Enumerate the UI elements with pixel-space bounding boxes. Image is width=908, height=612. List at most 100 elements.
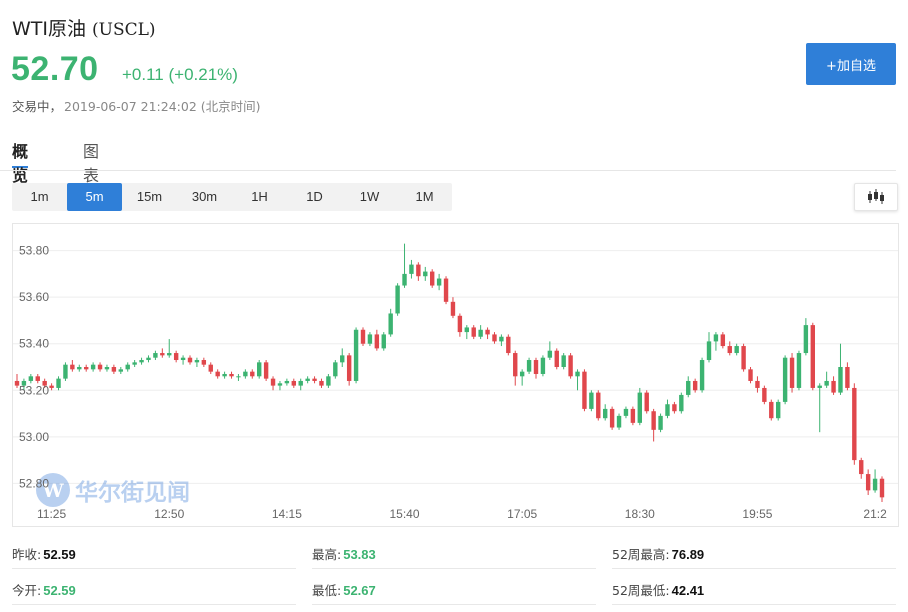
candle-body <box>104 367 110 370</box>
candle-body <box>388 313 393 335</box>
candle <box>423 266 428 281</box>
period-1d[interactable]: 1D <box>287 183 342 211</box>
candle <box>513 350 518 386</box>
add-to-watchlist-button[interactable]: +加自选 <box>806 43 896 85</box>
candle <box>236 373 241 381</box>
y-axis: 53.80 53.60 53.40 53.20 53.00 52.80 <box>19 244 49 491</box>
candle <box>353 327 359 384</box>
candle-body <box>575 371 580 377</box>
candle-body <box>492 334 497 342</box>
chart-type-button[interactable] <box>854 183 898 211</box>
candle <box>582 369 587 412</box>
candle <box>250 369 255 379</box>
watermark: W 华尔街见闻 <box>36 473 190 507</box>
tab-overview[interactable]: 概览 <box>12 138 29 185</box>
candle-body <box>90 364 96 370</box>
candle <box>499 334 504 347</box>
candle-body <box>526 360 532 372</box>
candle <box>201 357 207 367</box>
candle <box>845 362 850 391</box>
x-tick-label: 17:05 <box>507 507 537 521</box>
candle <box>568 353 573 379</box>
period-1w[interactable]: 1W <box>342 183 397 211</box>
candle <box>789 353 795 393</box>
candle <box>457 313 463 337</box>
candle <box>706 332 712 363</box>
candle <box>443 276 449 305</box>
candle-body <box>658 415 663 430</box>
period-1m[interactable]: 1m <box>12 183 67 211</box>
candle-body <box>125 364 130 370</box>
candle-body <box>651 411 656 430</box>
candle-body <box>672 404 677 412</box>
candle <box>623 406 629 419</box>
candle-body <box>762 387 767 402</box>
candle-body <box>353 329 359 381</box>
period-1mo[interactable]: 1M <box>397 183 452 211</box>
candle <box>153 350 158 361</box>
candle <box>90 362 96 372</box>
candle <box>810 322 815 391</box>
stat-divider <box>312 568 596 569</box>
candle-body <box>291 380 296 386</box>
stat-divider <box>612 568 896 569</box>
candle <box>263 360 269 381</box>
period-5m[interactable]: 5m <box>67 183 122 211</box>
candle <box>77 364 82 372</box>
candle-body <box>513 353 518 377</box>
period-30m[interactable]: 30m <box>177 183 232 211</box>
candle-body <box>845 367 850 388</box>
candle-body <box>430 271 435 286</box>
candle-body <box>609 408 615 428</box>
candle <box>194 357 200 367</box>
candlestick-icon <box>868 189 884 204</box>
candle-body <box>796 353 802 388</box>
candle <box>416 262 421 281</box>
period-1h[interactable]: 1H <box>232 183 287 211</box>
candle-body <box>769 401 774 419</box>
candle-body <box>789 357 795 388</box>
stat-label: 最低: <box>312 583 342 598</box>
candle <box>519 369 525 386</box>
candle-body <box>824 380 829 386</box>
candle-body <box>395 285 400 314</box>
candle-body <box>547 350 553 358</box>
candle-body <box>153 353 158 358</box>
candle-body <box>270 378 276 386</box>
candle-body <box>831 380 836 393</box>
price-change-value: +0.11 <box>122 65 164 84</box>
candle <box>340 348 345 367</box>
candle-body <box>132 362 137 365</box>
candle-body <box>381 334 386 349</box>
candle <box>208 362 213 374</box>
x-tick-label: 18:30 <box>625 507 655 521</box>
candle-body <box>464 327 469 333</box>
candle <box>609 406 615 430</box>
candles <box>14 243 885 502</box>
candle-body <box>596 392 601 419</box>
y-tick-label: 53.40 <box>19 337 49 351</box>
candle <box>187 355 193 365</box>
candle <box>478 325 483 340</box>
candle <box>388 308 393 337</box>
candle-body <box>727 346 732 354</box>
candle-body <box>180 357 186 361</box>
candle-body <box>699 360 705 391</box>
candle-body <box>713 334 719 342</box>
candle <box>409 259 414 279</box>
candle <box>838 343 843 395</box>
candle-body <box>554 350 559 367</box>
stat-value: 52.67 <box>343 583 376 598</box>
candle-body <box>367 334 373 344</box>
stat-divider <box>12 604 296 605</box>
candle <box>298 378 303 391</box>
tab-chart[interactable]: 图表 <box>83 138 99 185</box>
candle-body <box>616 415 622 428</box>
candle-body <box>229 373 234 377</box>
candle <box>430 269 435 288</box>
period-15m[interactable]: 15m <box>122 183 177 211</box>
candle <box>243 369 248 379</box>
candle-body <box>706 341 712 361</box>
candle <box>333 360 338 379</box>
candlestick-chart[interactable]: W 华尔街见闻 53.80 53.60 53.40 53.20 53.00 52.80 1… <box>12 223 899 527</box>
